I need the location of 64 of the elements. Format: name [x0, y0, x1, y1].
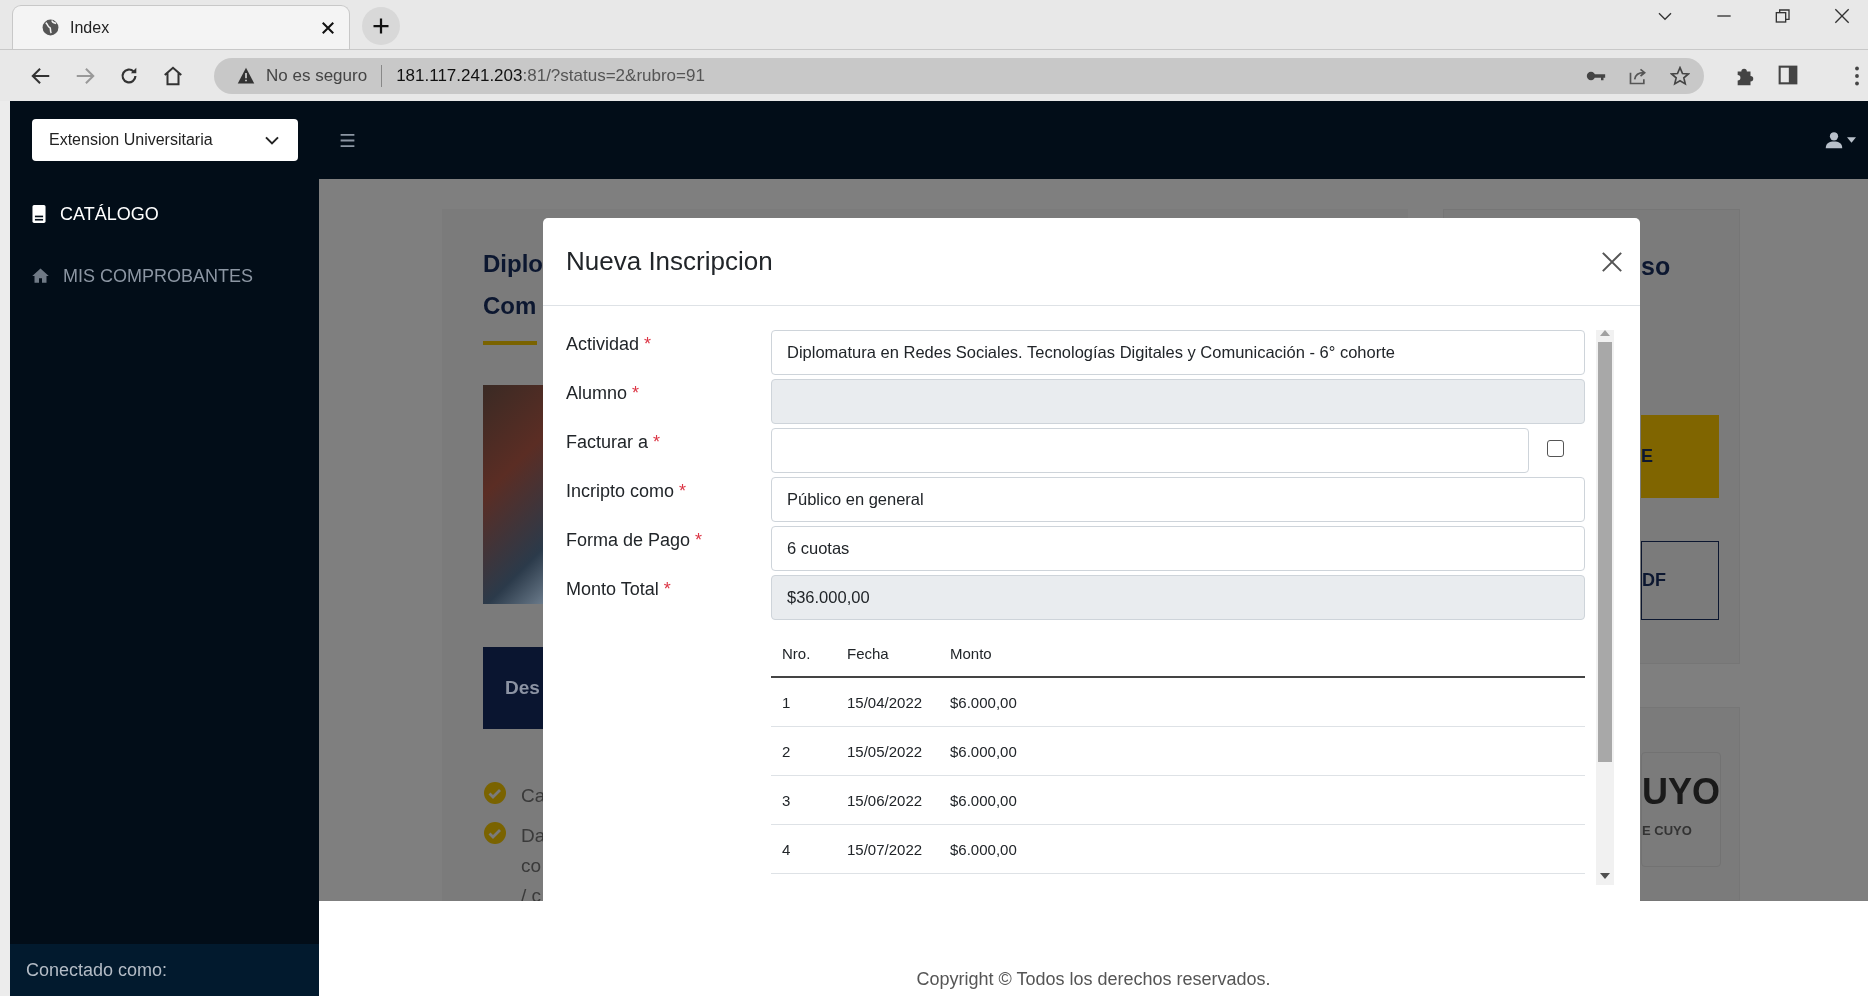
field-label: Actividad * — [566, 333, 653, 355]
column-header: Monto — [939, 630, 1585, 677]
close-icon[interactable] — [1834, 7, 1850, 24]
address-bar[interactable]: No es seguro 181.117.241.203:81/?status=2&rubro=91 — [214, 57, 1704, 94]
table-cell: $6.000,00 — [939, 726, 1585, 776]
table-cell: 15/04/2022 — [836, 677, 939, 727]
close-icon[interactable] — [321, 20, 335, 35]
table-cell: 15/06/2022 — [836, 775, 939, 825]
table-cell: $6.000,00 — [939, 677, 1585, 727]
check-circle-icon — [483, 821, 507, 845]
close-icon[interactable] — [1602, 251, 1622, 272]
column-header: Fecha — [836, 630, 939, 677]
plus-icon — [372, 17, 390, 35]
copyright-text: Copyright © Todos los derechos reservados. — [916, 969, 1271, 990]
restore-icon[interactable] — [1775, 7, 1791, 24]
table-cell: $6.000,00 — [939, 824, 1585, 874]
course-title: Diplo Com — [483, 249, 541, 321]
card-heading: so — [1641, 252, 1672, 282]
table-cell: 2 — [771, 726, 836, 776]
field-label: Forma de Pago * — [566, 529, 704, 551]
security-label: No es seguro — [266, 65, 368, 86]
menu-icon[interactable] — [1854, 65, 1860, 86]
globe-icon — [41, 18, 60, 37]
sidebar-item[interactable]: MIS COMPROBANTES — [10, 245, 319, 307]
menu-icon[interactable] — [339, 132, 356, 148]
table-cell: 1 — [771, 677, 836, 727]
home-icon[interactable] — [30, 267, 51, 285]
logged-in-label: Conectado como: — [10, 944, 319, 996]
field-label: Facturar a * — [566, 431, 662, 453]
user-menu[interactable] — [1825, 131, 1856, 149]
dialog-title: Nueva Inscripcion — [566, 246, 773, 277]
table-cell: 4 — [771, 824, 836, 874]
university-logo: UYO E CUYO — [1641, 751, 1721, 867]
input-field[interactable]: Diplomatura en Redes Sociales. Tecnologías Digitales y Comunicación - 6° cohorte — [771, 330, 1585, 375]
unit-dropdown[interactable]: Extension Universitaria — [32, 119, 298, 161]
table-cell: 15/07/2022 — [836, 824, 939, 874]
url-path: :81/?status=2&rubro=91 — [522, 65, 705, 86]
input-field[interactable]: Público en general — [771, 477, 1585, 522]
input-field[interactable]: 6 cuotas — [771, 526, 1585, 571]
warning-icon[interactable] — [236, 66, 256, 85]
table-cell: $6.000,00 — [939, 775, 1585, 825]
pdf-button[interactable]: DF — [1641, 541, 1719, 620]
description-button[interactable]: Des — [483, 647, 543, 729]
scroll-down-icon[interactable] — [1600, 873, 1610, 879]
side-panel-icon[interactable] — [1778, 64, 1798, 85]
field-label: Incripto como * — [566, 480, 688, 502]
checkbox[interactable] — [1547, 440, 1564, 457]
book-icon[interactable] — [30, 204, 48, 224]
star-icon[interactable] — [1670, 65, 1690, 86]
sidebar-item[interactable]: CATÁLOGO — [10, 183, 319, 245]
caret-icon — [1847, 137, 1856, 143]
field-label: Alumno * — [566, 382, 641, 404]
user-icon — [1825, 131, 1843, 149]
check-circle-icon — [483, 781, 507, 805]
table-cell: 15/05/2022 — [836, 726, 939, 776]
table-cell: 3 — [771, 775, 836, 825]
scrollbar[interactable] — [1596, 330, 1614, 885]
browser-tab[interactable]: Index — [12, 5, 350, 49]
home-icon[interactable] — [162, 64, 184, 87]
url-host: 181.117.241.203 — [396, 65, 523, 86]
field-label: Monto Total * — [566, 578, 672, 600]
new-tab-button[interactable] — [362, 7, 400, 45]
column-header: Nro. — [771, 630, 836, 677]
input-field[interactable] — [771, 428, 1529, 473]
